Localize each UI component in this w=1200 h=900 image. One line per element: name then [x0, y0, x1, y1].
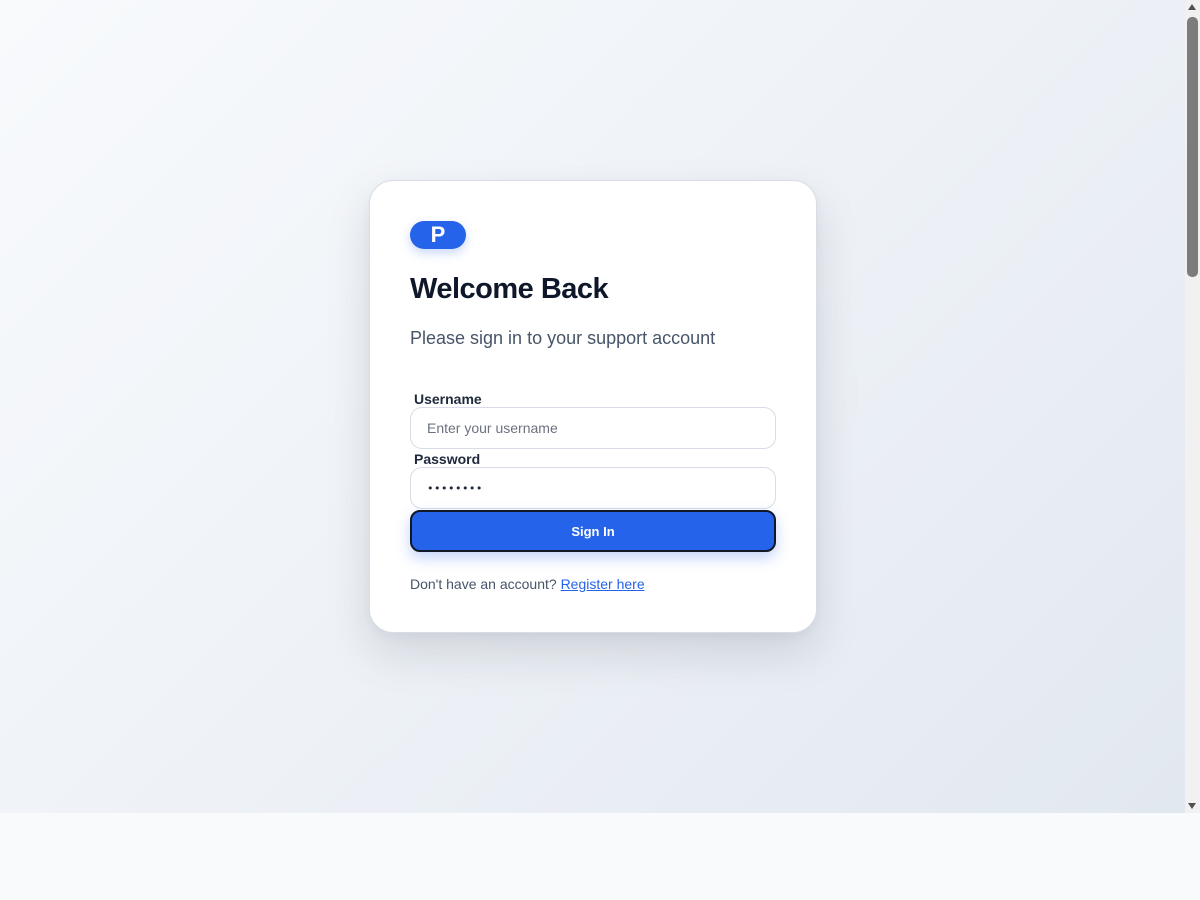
register-prompt-text: Don't have an account? [410, 576, 557, 592]
login-card: P Welcome Back Please sign in to your su… [369, 180, 817, 633]
username-label: Username [414, 391, 482, 407]
sign-in-button[interactable]: Sign In [410, 510, 776, 552]
password-input[interactable] [410, 467, 776, 509]
register-link[interactable]: Register here [561, 576, 645, 592]
page-viewport: P Welcome Back Please sign in to your su… [0, 0, 1185, 813]
vertical-scrollbar[interactable] [1185, 0, 1200, 813]
page-title: Welcome Back [410, 273, 609, 305]
scrollbar-thumb[interactable] [1187, 17, 1198, 277]
scroll-down-arrow-icon[interactable] [1185, 798, 1200, 813]
scroll-up-arrow-icon[interactable] [1185, 0, 1200, 15]
password-label: Password [414, 451, 481, 467]
page-subtitle: Please sign in to your support account [410, 328, 716, 348]
username-input[interactable] [410, 407, 776, 449]
register-prompt: Don't have an account? Register here [410, 576, 645, 592]
brand-logo: P [410, 221, 466, 249]
